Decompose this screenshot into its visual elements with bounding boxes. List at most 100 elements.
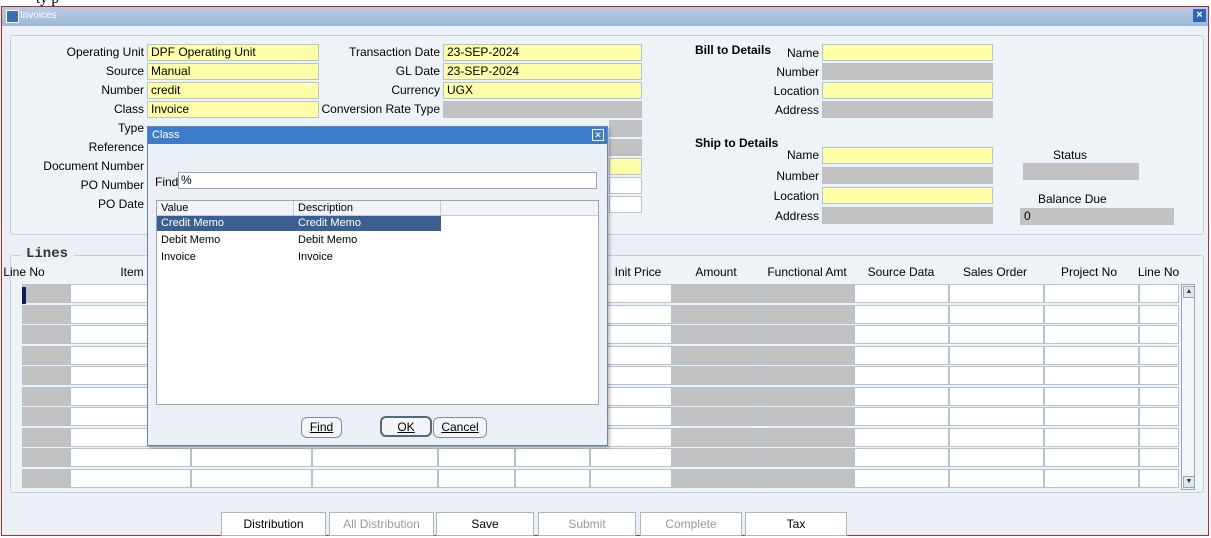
line-cell[interactable]	[1044, 468, 1139, 488]
line-cell[interactable]	[22, 345, 70, 365]
line-cell[interactable]	[1044, 427, 1139, 447]
line-cell[interactable]	[22, 386, 70, 406]
line-cell[interactable]	[590, 468, 672, 488]
line-cell[interactable]	[1139, 366, 1179, 385]
line-cell[interactable]	[854, 448, 949, 467]
line-cell[interactable]	[515, 468, 590, 488]
line-cell[interactable]	[672, 366, 760, 385]
line-cell[interactable]	[1044, 345, 1139, 365]
line-cell[interactable]	[760, 284, 854, 303]
line-cell[interactable]	[1139, 284, 1179, 303]
transaction-date-field[interactable]: 23-SEP-2024	[443, 44, 642, 61]
line-cell[interactable]	[760, 386, 854, 406]
line-cell[interactable]	[590, 448, 672, 467]
line-cell[interactable]	[949, 407, 1044, 426]
line-cell[interactable]	[949, 386, 1044, 406]
scroll-down-icon[interactable]: ▼	[1183, 476, 1195, 488]
line-cell[interactable]	[949, 468, 1044, 488]
lines-scrollbar[interactable]: ▲ ▼	[1181, 284, 1195, 490]
dialog-close-icon[interactable]: ✕	[592, 129, 604, 141]
line-cell[interactable]	[70, 468, 191, 488]
line-cell[interactable]	[949, 427, 1044, 447]
mid-field-8[interactable]	[609, 177, 642, 194]
line-cell[interactable]	[22, 284, 70, 303]
scroll-up-icon[interactable]: ▲	[1183, 286, 1195, 298]
ship-to-location-field[interactable]	[822, 187, 993, 204]
line-cell[interactable]	[760, 325, 854, 344]
line-cell[interactable]	[22, 366, 70, 385]
line-cell[interactable]	[1044, 284, 1139, 303]
line-cell[interactable]	[854, 407, 949, 426]
mid-field-9[interactable]	[609, 196, 642, 213]
line-cell[interactable]	[191, 468, 312, 488]
line-cell[interactable]	[438, 448, 515, 467]
line-cell[interactable]	[672, 304, 760, 324]
list-item[interactable]: Credit Memo Credit Memo	[157, 216, 441, 231]
all-distribution-button[interactable]: All Distribution	[329, 512, 434, 536]
find-input[interactable]: %	[178, 172, 597, 189]
line-cell[interactable]	[22, 304, 70, 324]
ship-to-number-field[interactable]	[822, 167, 993, 184]
number-field[interactable]: credit	[147, 82, 319, 99]
line-cell[interactable]	[1044, 325, 1139, 344]
line-cell[interactable]	[22, 325, 70, 344]
line-cell[interactable]	[1139, 427, 1179, 447]
ship-to-address-field[interactable]	[822, 207, 993, 224]
line-cell[interactable]	[854, 427, 949, 447]
ok-button[interactable]: OK	[380, 416, 432, 437]
line-cell[interactable]	[854, 386, 949, 406]
line-cell[interactable]	[70, 448, 191, 467]
bill-to-number-field[interactable]	[822, 63, 993, 80]
line-cell[interactable]	[312, 468, 438, 488]
line-cell[interactable]	[22, 427, 70, 447]
tax-button[interactable]: Tax	[745, 512, 847, 536]
class-field[interactable]: Invoice	[147, 101, 319, 118]
ship-to-name-field[interactable]	[822, 147, 993, 164]
line-cell[interactable]	[1139, 448, 1179, 467]
line-cell[interactable]	[949, 366, 1044, 385]
line-cell[interactable]	[1139, 325, 1179, 344]
list-item[interactable]: Invoice Invoice	[157, 250, 441, 265]
line-cell[interactable]	[1044, 386, 1139, 406]
line-cell[interactable]	[854, 366, 949, 385]
line-cell[interactable]	[1139, 386, 1179, 406]
close-icon[interactable]: ×	[1193, 9, 1206, 22]
line-cell[interactable]	[1044, 304, 1139, 324]
mid-field-6[interactable]	[609, 139, 642, 156]
line-cell[interactable]	[949, 345, 1044, 365]
line-cell[interactable]	[1044, 407, 1139, 426]
cancel-button[interactable]: Cancel	[433, 417, 487, 438]
line-cell[interactable]	[22, 407, 70, 426]
line-cell[interactable]	[672, 427, 760, 447]
line-cell[interactable]	[760, 407, 854, 426]
line-cell[interactable]	[1044, 366, 1139, 385]
line-cell[interactable]	[1139, 468, 1179, 488]
distribution-button[interactable]: Distribution	[221, 512, 326, 536]
line-cell[interactable]	[672, 345, 760, 365]
line-cell[interactable]	[854, 325, 949, 344]
source-field[interactable]: Manual	[147, 63, 319, 80]
line-cell[interactable]	[22, 448, 70, 467]
gl-date-field[interactable]: 23-SEP-2024	[443, 63, 642, 80]
currency-field[interactable]: UGX	[443, 82, 642, 99]
line-cell[interactable]	[672, 325, 760, 344]
line-cell[interactable]	[760, 448, 854, 467]
line-cell[interactable]	[949, 325, 1044, 344]
bill-to-location-field[interactable]	[822, 82, 993, 99]
line-cell[interactable]	[312, 448, 438, 467]
line-cell[interactable]	[760, 304, 854, 324]
line-cell[interactable]	[1044, 448, 1139, 467]
line-cell[interactable]	[760, 345, 854, 365]
complete-button[interactable]: Complete	[640, 512, 742, 536]
line-cell[interactable]	[672, 284, 760, 303]
mid-field-5[interactable]	[609, 120, 642, 137]
submit-button[interactable]: Submit	[538, 512, 636, 536]
conversion-rate-type-field[interactable]	[443, 101, 642, 118]
save-button[interactable]: Save	[436, 512, 534, 536]
find-button[interactable]: Find	[301, 417, 342, 438]
line-cell[interactable]	[949, 284, 1044, 303]
line-cell[interactable]	[854, 345, 949, 365]
line-cell[interactable]	[854, 284, 949, 303]
bill-to-name-field[interactable]	[822, 44, 993, 61]
line-cell[interactable]	[1139, 407, 1179, 426]
